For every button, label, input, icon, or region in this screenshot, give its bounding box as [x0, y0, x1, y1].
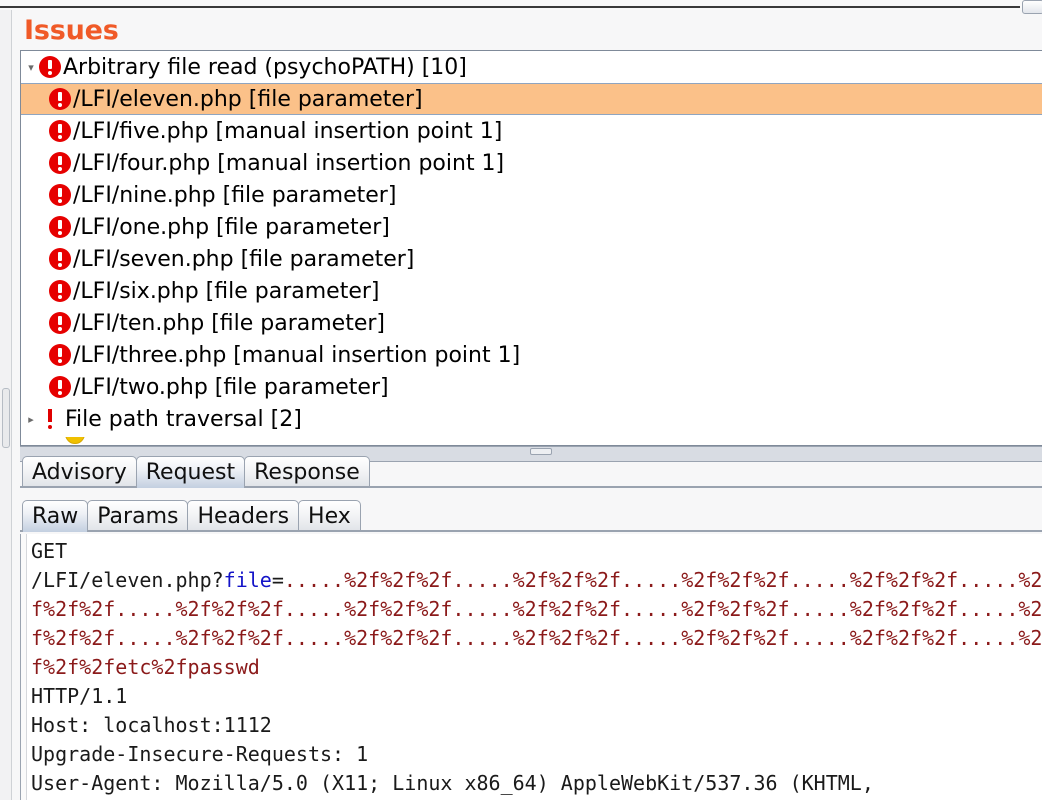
tab-response[interactable]: Response [244, 456, 370, 488]
high-severity-icon [49, 120, 71, 142]
request-method: GET [31, 539, 68, 563]
chevron-right-icon[interactable]: ▸ [23, 414, 39, 425]
high-severity-bang-icon [39, 407, 61, 431]
issue-tree-row[interactable]: /LFI/ten.php [file parameter] [21, 307, 1042, 339]
tab-raw[interactable]: Raw [22, 500, 89, 532]
request-viewer[interactable]: GET /LFI/eleven.php?file=.....%2f%2f%2f.… [20, 534, 1042, 800]
issue-row-label: Arbitrary file read (psychoPATH) [10] [63, 54, 467, 80]
request-equals: = [271, 568, 284, 592]
issue-row-label: /LFI/two.php [file parameter] [73, 374, 389, 400]
secondary-tabs-underline [20, 530, 1042, 532]
issue-tree-row[interactable]: /LFI/one.php [file parameter] [21, 211, 1042, 243]
issue-tree-row[interactable]: /LFI/nine.php [file parameter] [21, 179, 1042, 211]
high-severity-icon [49, 312, 71, 334]
clipped-next-row [21, 437, 1042, 445]
tab-request[interactable]: Request [135, 456, 246, 488]
issues-tree: ▾ Arbitrary file read (psychoPATH) [10] /L… [21, 51, 1042, 445]
tab-params[interactable]: Params [87, 500, 189, 532]
issue-tree-row[interactable]: /LFI/six.php [file parameter] [21, 275, 1042, 307]
high-severity-icon [49, 280, 71, 302]
request-protocol: HTTP/1.1 [31, 684, 128, 708]
issue-tree-row[interactable]: /LFI/five.php [manual insertion point 1] [21, 115, 1042, 147]
tab-headers[interactable]: Headers [187, 500, 300, 532]
tab-advisory[interactable]: Advisory [22, 456, 137, 488]
detail-tabs-primary: Advisory Request Response [22, 454, 370, 488]
high-severity-icon [49, 344, 71, 366]
high-severity-icon [49, 216, 71, 238]
tab-hex[interactable]: Hex [298, 500, 361, 532]
issue-row-label: /LFI/eleven.php [file parameter] [73, 86, 423, 112]
request-header: Upgrade-Insecure-Requests: 1 [31, 742, 369, 766]
detail-tabs-secondary: Raw Params Headers Hex [22, 498, 361, 532]
outer-scrollbar-thumb[interactable] [2, 388, 10, 448]
high-severity-icon [49, 152, 71, 174]
issue-row-label: /LFI/seven.php [file parameter] [73, 246, 415, 272]
issue-tree-row[interactable]: ▾ Arbitrary file read (psychoPATH) [10] [21, 51, 1042, 83]
issue-tree-row[interactable]: /LFI/seven.php [file parameter] [21, 243, 1042, 275]
request-header: Host: localhost:1112 [31, 713, 272, 737]
high-severity-icon [49, 248, 71, 270]
panel-top-divider [0, 6, 1020, 8]
issue-row-label: /LFI/ten.php [file parameter] [73, 310, 385, 336]
issue-row-label: /LFI/one.php [file parameter] [73, 214, 390, 240]
burp-issues-window: Issues ▾ Arbitrary file read (psychoPATH)… [0, 0, 1042, 800]
top-chrome-strip [0, 0, 1042, 14]
issue-row-label: /LFI/four.php [manual insertion point 1] [73, 150, 505, 176]
issue-row-label: File path traversal [2] [65, 406, 302, 432]
request-param-name: file [223, 568, 272, 592]
high-severity-icon [49, 88, 71, 110]
outer-vertical-scrollbar[interactable] [0, 10, 12, 800]
issue-row-label: /LFI/nine.php [file parameter] [73, 182, 397, 208]
request-header: User-Agent: Mozilla/5.0 (X11; Linux x86_… [31, 771, 874, 795]
page-title: Issues [24, 15, 119, 46]
chevron-down-icon[interactable]: ▾ [23, 62, 39, 73]
issue-row-label: /LFI/six.php [file parameter] [73, 278, 380, 304]
splitter-grip[interactable] [530, 448, 552, 455]
issue-tree-row[interactable]: ▸ File path traversal [2] [21, 403, 1042, 435]
high-severity-icon [39, 56, 61, 78]
issue-row-label: /LFI/five.php [manual insertion point 1] [73, 118, 503, 144]
issue-tree-row[interactable]: /LFI/two.php [file parameter] [21, 371, 1042, 403]
issues-tree-panel: ▾ Arbitrary file read (psychoPATH) [10] /L… [20, 50, 1042, 446]
issue-tree-row[interactable]: /LFI/eleven.php [file parameter] [21, 83, 1042, 115]
request-path: /LFI/eleven.php? [31, 568, 224, 592]
high-severity-icon [49, 376, 71, 398]
high-severity-icon [49, 184, 71, 206]
issue-tree-row[interactable]: /LFI/four.php [manual insertion point 1] [21, 147, 1042, 179]
request-scroll-strip[interactable] [21, 534, 27, 800]
panel-options-button[interactable] [1022, 0, 1042, 14]
issue-row-label: /LFI/three.php [manual insertion point 1… [73, 342, 521, 368]
low-severity-icon [65, 437, 85, 444]
request-raw-text[interactable]: GET /LFI/eleven.php?file=.....%2f%2f%2f.… [31, 537, 1042, 798]
issue-tree-row[interactable]: /LFI/three.php [manual insertion point 1… [21, 339, 1042, 371]
